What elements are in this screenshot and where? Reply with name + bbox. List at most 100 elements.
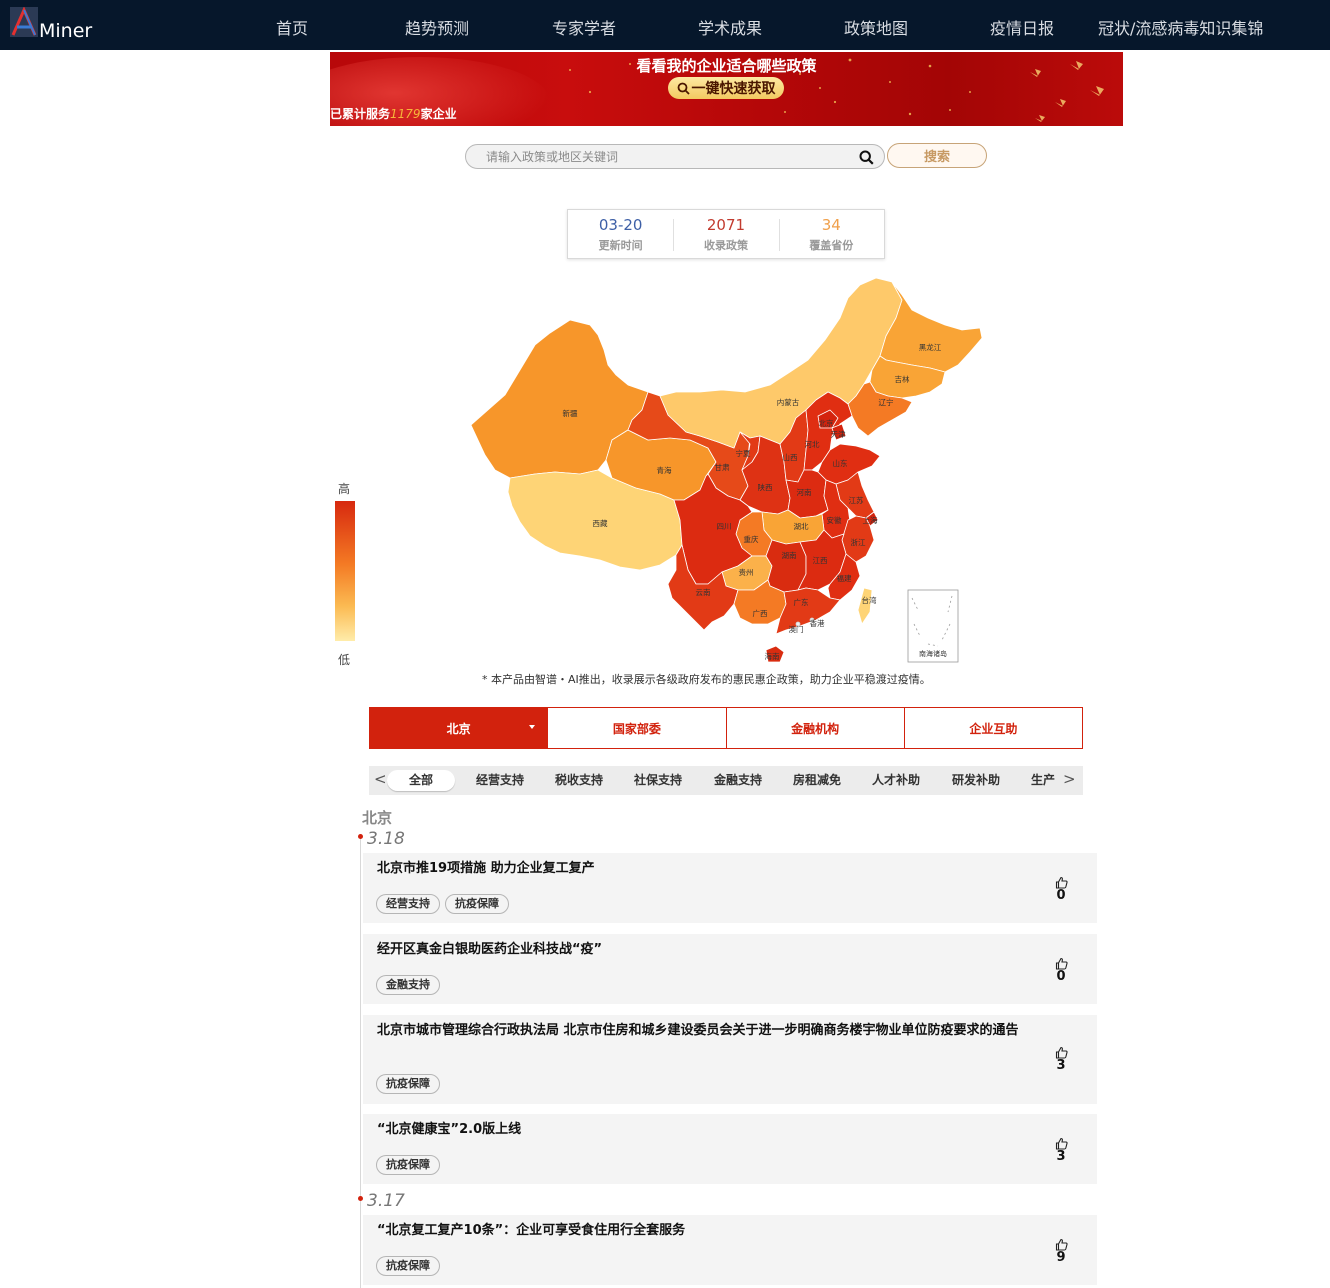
label-taiwan: 台湾 <box>862 595 877 605</box>
policy-title[interactable]: 经开区真金白银助医药企业科技战“疫” <box>377 940 1037 959</box>
nav-item-home[interactable]: 首页 <box>276 15 308 39</box>
stats-panel: 03-20 更新时间 2071 收录政策 34 覆盖省份 <box>567 209 885 259</box>
search-button[interactable]: 搜索 <box>887 143 987 168</box>
quick-get-button[interactable]: 一键快速获取 <box>668 77 784 99</box>
policy-tag[interactable]: 抗疫保障 <box>376 1256 440 1276</box>
nav-item-experts[interactable]: 专家学者 <box>552 15 616 39</box>
region-tab-beijing[interactable]: 北京 <box>370 708 548 748</box>
label-jiangsu: 江苏 <box>849 495 864 505</box>
stat-label: 更新时间 <box>598 238 643 252</box>
like-button[interactable]: 3 <box>1051 1137 1071 1164</box>
served-prefix: 已累计服务 <box>330 107 391 121</box>
stat-value: 34 <box>821 215 841 234</box>
aminer-logo[interactable]: Miner <box>10 7 93 42</box>
stat-value: 03-20 <box>598 215 643 234</box>
policy-title[interactable]: 北京市推19项措施 助力企业复工复产 <box>377 859 1037 878</box>
chevron-right-icon[interactable]: > <box>1063 770 1076 788</box>
legend-low-label: 低 <box>338 653 351 667</box>
policy-card[interactable]: 经开区真金白银助医药企业科技战“疫” 金融支持 0 <box>363 934 1097 1004</box>
category-filter-bar: < 全部 经营支持 税收支持 社保支持 金融支持 房租减免 人才补助 研发补助 … <box>369 766 1083 795</box>
like-button[interactable]: 0 <box>1051 957 1071 984</box>
policy-title[interactable]: “北京复工复产10条”：企业可享受食住用行全套服务 <box>377 1221 1037 1240</box>
footnote-text: * 本产品由智谱・AI推出，收录展示各级政府发布的惠民惠企政策，助力企业平稳渡过… <box>482 673 931 686</box>
label-tianjin: 天津 <box>831 430 846 439</box>
policy-tag[interactable]: 金融支持 <box>376 975 440 995</box>
policy-tags: 抗疫保障 <box>376 1256 440 1276</box>
served-suffix: 家企业 <box>420 107 457 121</box>
policy-tag[interactable]: 抗疫保障 <box>445 894 509 914</box>
policy-tags: 抗疫保障 <box>376 1155 440 1175</box>
policy-tag[interactable]: 经营支持 <box>376 894 440 914</box>
served-count: 1179 <box>390 107 421 121</box>
label-guizhou: 贵州 <box>739 567 754 577</box>
region-tab-label: 北京 <box>446 721 471 736</box>
category-all[interactable]: 全部 <box>387 770 455 791</box>
label-sichuan: 四川 <box>717 522 732 531</box>
region-heading: 北京 <box>362 809 393 827</box>
category-rnd-subsidy[interactable]: 研发补助 <box>952 770 1000 791</box>
like-count: 0 <box>1056 969 1066 984</box>
like-count: 3 <box>1056 1058 1066 1073</box>
logo-text: Miner <box>39 20 93 42</box>
label-guangdong: 广东 <box>794 597 809 607</box>
policy-tag[interactable]: 抗疫保障 <box>376 1074 440 1094</box>
label-liaoning: 辽宁 <box>879 397 894 407</box>
promo-banner[interactable]: 看看我的企业适合哪些政策 一键快速获取 已累计服务1179家企业 <box>330 52 1123 126</box>
category-business-support[interactable]: 经营支持 <box>476 770 524 791</box>
category-rent-relief[interactable]: 房租减免 <box>793 770 841 791</box>
inset-label: 南海诸岛 <box>919 649 947 658</box>
china-policy-map: 南海诸岛 黑龙江 吉林 辽宁 内蒙古 北京 天津 河北 山西 山东 新疆 青海 … <box>470 277 983 663</box>
label-heilongjiang: 黑龙江 <box>919 342 942 352</box>
search-box <box>465 144 885 169</box>
policy-tag[interactable]: 抗疫保障 <box>376 1155 440 1175</box>
policy-card[interactable]: “北京健康宝”2.0版上线 抗疫保障 3 <box>363 1114 1097 1184</box>
search-icon[interactable] <box>859 150 874 165</box>
category-financial-support[interactable]: 金融支持 <box>714 770 762 791</box>
search-input[interactable] <box>486 148 846 166</box>
region-tab-financial-institutions[interactable]: 金融机构 <box>725 708 904 748</box>
category-production[interactable]: 生产 <box>1031 770 1055 791</box>
legend-color-scale <box>335 501 355 641</box>
quick-get-label: 一键快速获取 <box>691 81 776 97</box>
label-shaanxi: 陕西 <box>758 482 773 492</box>
label-jiangxi: 江西 <box>813 556 828 565</box>
like-button[interactable]: 3 <box>1051 1046 1071 1073</box>
label-beijing: 北京 <box>819 418 834 428</box>
like-button[interactable]: 0 <box>1051 876 1071 903</box>
policy-title[interactable]: “北京健康宝”2.0版上线 <box>377 1120 1037 1139</box>
policy-title[interactable]: 北京市城市管理综合行政执法局 北京市住房和城乡建设委员会关于进一步明确商务楼宇物… <box>377 1021 1037 1040</box>
policy-card[interactable]: 北京市推19项措施 助力企业复工复产 经营支持 抗疫保障 0 <box>363 853 1097 923</box>
policy-card[interactable]: “北京复工复产10条”：企业可享受食住用行全套服务 抗疫保障 9 <box>363 1215 1097 1285</box>
label-jilin: 吉林 <box>895 374 910 384</box>
label-hunan: 湖南 <box>782 550 797 560</box>
timeline-dot <box>358 1196 363 1201</box>
top-navigation-bar: Miner 首页 趋势预测 专家学者 学术成果 政策地图 疫情日报 冠状/流感病… <box>0 0 1330 50</box>
category-talent-subsidy[interactable]: 人才补助 <box>872 770 920 791</box>
label-fujian: 福建 <box>837 573 852 583</box>
category-social-security[interactable]: 社保支持 <box>634 770 682 791</box>
nav-item-trends[interactable]: 趋势预测 <box>405 15 469 39</box>
policy-card[interactable]: 北京市城市管理综合行政执法局 北京市住房和城乡建设委员会关于进一步明确商务楼宇物… <box>363 1015 1097 1104</box>
nav-item-publications[interactable]: 学术成果 <box>698 15 762 39</box>
label-shandong: 山东 <box>833 458 848 468</box>
stat-label: 覆盖省份 <box>809 238 854 252</box>
label-shanghai: 上海 <box>863 515 878 525</box>
search-icon <box>677 82 690 95</box>
province-hunan[interactable] <box>765 539 807 593</box>
category-tax-support[interactable]: 税收支持 <box>555 770 603 791</box>
label-zhejiang: 浙江 <box>851 537 866 547</box>
like-button[interactable]: 9 <box>1051 1238 1071 1265</box>
category-scroll: 全部 经营支持 税收支持 社保支持 金融支持 房租减免 人才补助 研发补助 生产 <box>387 766 1059 795</box>
label-hongkong: 香港 <box>810 618 825 628</box>
label-tibet: 西藏 <box>593 518 608 528</box>
province-taiwan[interactable] <box>857 587 873 625</box>
region-tab-national-ministries[interactable]: 国家部委 <box>547 708 726 748</box>
region-tab-enterprise-mutual-aid[interactable]: 企业互助 <box>903 708 1082 748</box>
label-henan: 河南 <box>797 487 812 497</box>
nav-item-virus-knowledge[interactable]: 冠状/流感病毒知识集锦 <box>1098 15 1263 39</box>
nav-item-daily-report[interactable]: 疫情日报 <box>990 15 1054 39</box>
chevron-left-icon[interactable]: < <box>374 770 387 788</box>
nav-item-policy-map[interactable]: 政策地图 <box>844 15 908 39</box>
label-inner-mongolia: 内蒙古 <box>777 397 800 407</box>
served-count-text: 已累计服务1179家企业 <box>330 105 457 122</box>
